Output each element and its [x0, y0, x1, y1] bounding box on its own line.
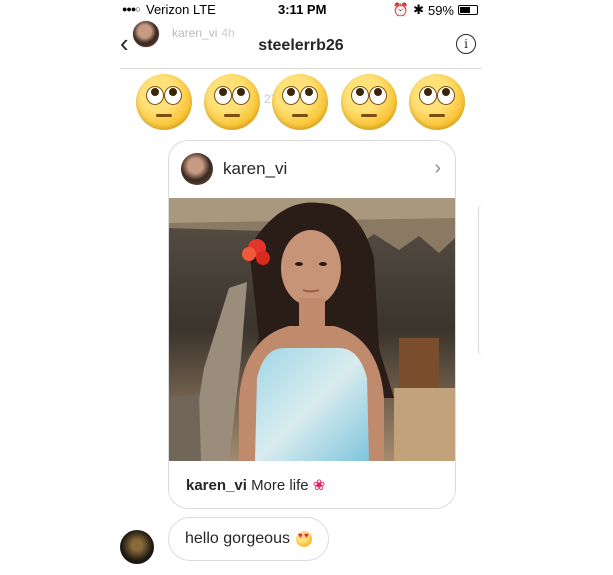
post-caption: karen_vi More life ❀ — [186, 476, 325, 494]
heart-eyes-emoji-icon — [295, 531, 312, 547]
status-right: ⏰ ✱ 59% — [393, 2, 478, 18]
clock: 3:11 PM — [278, 2, 327, 17]
alarm-icon: ⏰ — [392, 2, 410, 17]
bluetooth-icon: ✱ — [413, 2, 424, 17]
info-icon[interactable]: i — [456, 34, 476, 54]
caption-text: More life — [251, 477, 309, 494]
next-item-edge — [478, 205, 483, 355]
message-bubble[interactable]: hello gorgeous — [168, 517, 329, 561]
rolling-eyes-emoji-icon — [409, 74, 465, 130]
thread-header: ‹ karen_vi 4h steelerrb26 i — [120, 18, 482, 69]
message-text: hello gorgeous — [185, 530, 290, 547]
battery-percent: 59% — [427, 2, 454, 18]
shared-post-header[interactable]: karen_vi › — [169, 141, 455, 198]
chevron-right-icon[interactable]: › — [434, 157, 441, 180]
battery-icon — [458, 5, 478, 15]
shared-post-card[interactable]: karen_vi › karen_vi More life ❀ — [168, 140, 456, 509]
sender-avatar[interactable] — [120, 530, 154, 564]
phone-screen: ●●●○ Verizon LTE 3:11 PM ⏰ ✱ 59% ‹ karen… — [120, 0, 482, 575]
post-author-avatar[interactable] — [181, 153, 213, 185]
post-photo[interactable] — [169, 198, 455, 461]
rolling-eyes-emoji-icon — [136, 74, 192, 130]
caption-username[interactable]: karen_vi — [186, 477, 247, 494]
rolling-eyes-emoji-icon — [204, 74, 260, 130]
hibiscus-flower-icon: ❀ — [312, 477, 326, 494]
emoji-reaction-row: 27 — [132, 72, 474, 136]
rolling-eyes-emoji-icon — [272, 74, 328, 130]
status-bar: ●●●○ Verizon LTE 3:11 PM ⏰ ✱ 59% — [120, 0, 482, 20]
signal-icon: ●●●○ — [122, 4, 141, 14]
rolling-eyes-emoji-icon — [341, 74, 397, 130]
carrier-label: Verizon LTE — [146, 2, 216, 17]
post-author-username[interactable]: karen_vi — [223, 159, 287, 179]
thread-title[interactable]: steelerrb26 — [120, 37, 482, 55]
